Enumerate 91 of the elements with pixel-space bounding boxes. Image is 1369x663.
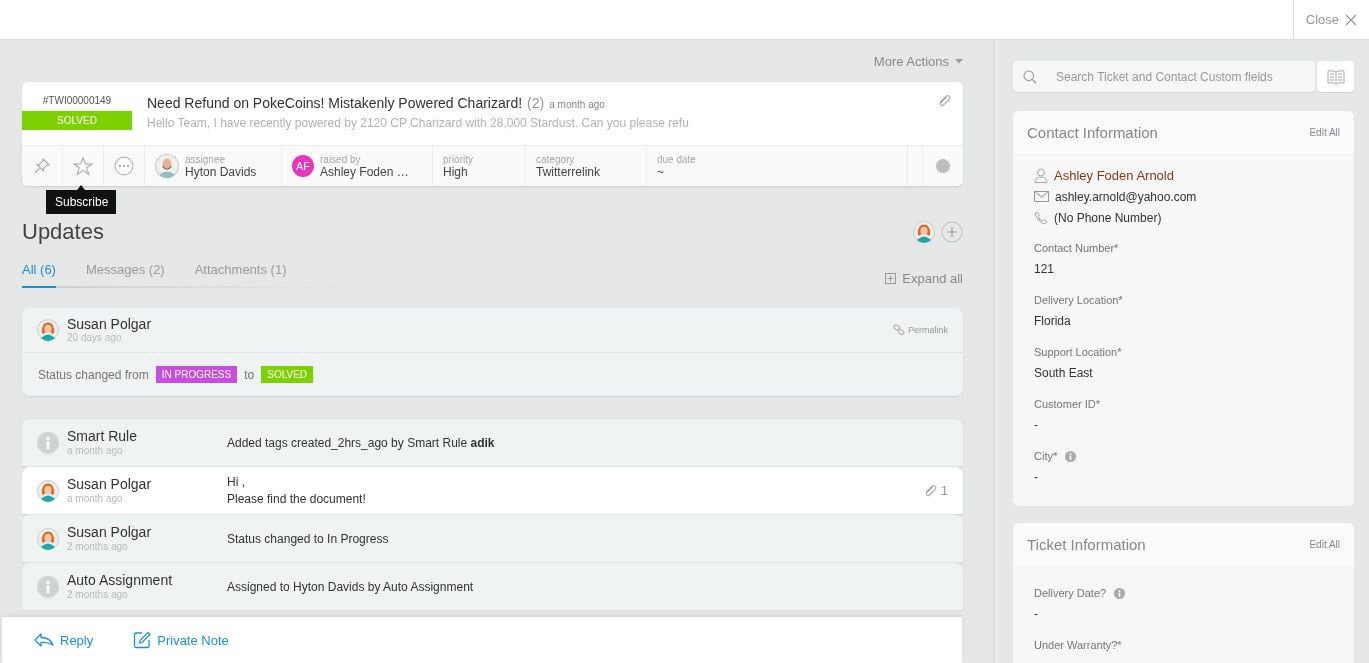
status-badge: SOLVED [261, 366, 314, 383]
private-note-button[interactable]: Private Note [133, 631, 229, 649]
paperclip-icon [937, 94, 951, 108]
field-label: Support Location* [1034, 346, 1122, 358]
info-icon [1065, 450, 1077, 462]
avatar: AF [292, 155, 314, 177]
search-field[interactable]: Search Ticket and Contact Custom fields [1013, 61, 1315, 92]
author-name: Smart Rule [67, 429, 139, 445]
pin-icon[interactable] [33, 157, 51, 175]
mail-icon [1034, 191, 1049, 202]
timestamp: a month ago [549, 99, 605, 110]
field-value: Ashley Foden … [320, 164, 409, 179]
reply-icon [34, 633, 54, 647]
caret-icon [955, 58, 963, 64]
author-name: Susan Polgar [67, 316, 152, 333]
link-icon [893, 324, 905, 336]
contact-email: ashley.arnold@yahoo.com [1055, 189, 1197, 204]
field-value: High [443, 164, 468, 179]
tab[interactable]: Messages (2) [85, 262, 165, 288]
field-label: Delivery Date? [1034, 587, 1107, 599]
field-label: category [536, 153, 576, 165]
field-value: - [1034, 606, 1039, 623]
tab[interactable]: Attachments (1) [194, 262, 287, 288]
attachment-count: 1 [940, 483, 948, 498]
field-label: assignee [185, 153, 227, 165]
timestamp: a month ago [67, 492, 124, 504]
close-icon [1345, 13, 1357, 26]
expand-icon [885, 273, 897, 284]
ticket-field[interactable]: category Twitterrelink [526, 146, 647, 186]
edit-icon [133, 631, 152, 649]
status-badge: IN PROGRESS [155, 366, 238, 383]
field-value: - [1034, 469, 1039, 486]
search-icon [1023, 70, 1037, 84]
field-label: Under Warranty?* [1034, 639, 1122, 651]
message-text: Status changed to In Progress [227, 531, 389, 546]
activity-text: Status changed from [38, 367, 149, 382]
phone-icon [1034, 210, 1048, 225]
person-icon [1034, 168, 1048, 183]
reply-button[interactable]: Reply [34, 632, 94, 648]
ticket-preview: Hello Team, I have recently powered by 2120 CP Charizard with 28,000 Stardust. Can you please refu [147, 116, 690, 130]
field-value: Hyton Davids [185, 164, 257, 179]
field-label: Customer ID* [1034, 398, 1101, 410]
ticket-id: #TWI00000149 [41, 95, 113, 106]
permalink[interactable]: Permalink [893, 324, 948, 336]
add-icon[interactable] [941, 221, 963, 243]
field-label: Contact Number* [1034, 242, 1119, 254]
contact-phone: (No Phone Number) [1054, 210, 1162, 225]
field-value: - [1034, 417, 1039, 434]
message-text: Hi , [227, 475, 246, 489]
message-text: Assigned to Hyton Davids by Auto Assignment [227, 579, 474, 594]
field-value: 121 [1034, 261, 1056, 278]
field-value: Twitterrelink [536, 164, 600, 179]
more-icon[interactable] [114, 156, 134, 176]
field-label: City* [1034, 450, 1058, 462]
edit-all-link[interactable]: Edit All [1309, 538, 1340, 550]
avatar-icon [913, 221, 935, 243]
field-label: Delivery Location* [1034, 294, 1123, 306]
field-label: due date [657, 153, 696, 165]
activity-text: to [244, 367, 255, 382]
field-label: priority [443, 153, 473, 165]
field-label: raised by [320, 153, 362, 165]
more-actions-menu[interactable]: More Actions [873, 53, 963, 69]
card-title: Ticket Information [1027, 535, 1146, 553]
edit-all-link[interactable]: Edit All [1309, 126, 1340, 138]
field-value: ~ [657, 164, 665, 179]
ticket-field[interactable]: priority High [433, 146, 526, 186]
author-name: Susan Polgar [67, 525, 153, 541]
info-icon [1114, 587, 1126, 599]
expand-all-link[interactable]: Expand all [885, 271, 963, 286]
contact-name[interactable]: Ashley Foden Arnold [1054, 168, 1174, 183]
message-count: (2) [527, 95, 545, 111]
field-value: Florida [1034, 313, 1072, 330]
author-name: Susan Polgar [67, 477, 153, 493]
tab[interactable]: All (6) [22, 262, 56, 288]
ticket-field[interactable]: assignee Hyton Davids [145, 146, 282, 186]
tooltip: Subscribe [46, 185, 116, 214]
close-button[interactable]: Close [1292, 0, 1369, 39]
star-icon[interactable] [73, 156, 93, 176]
ticket-field[interactable]: due date ~ [647, 146, 908, 186]
message-text: Added tags created_2hrs_ago by Smart Rule adik [227, 435, 495, 450]
knowledge-base-button[interactable] [1317, 61, 1354, 92]
message-text: Please find the document! [227, 492, 366, 506]
status-badge: SOLVED [22, 111, 132, 130]
section-title: Updates [22, 219, 104, 245]
author-name: Auto Assignment [67, 573, 174, 589]
ticket-subject: Need Refund on PokeCoins! Mistakenly Powered Charizard! [147, 95, 523, 111]
message-item[interactable]: Susan Polgar a month ago Hi , Please find the document! 1 [22, 466, 963, 514]
card-title: Contact Information [1027, 123, 1158, 141]
field-value: South East [1034, 365, 1094, 382]
indicator-dot [936, 159, 950, 173]
book-icon [1326, 68, 1345, 85]
